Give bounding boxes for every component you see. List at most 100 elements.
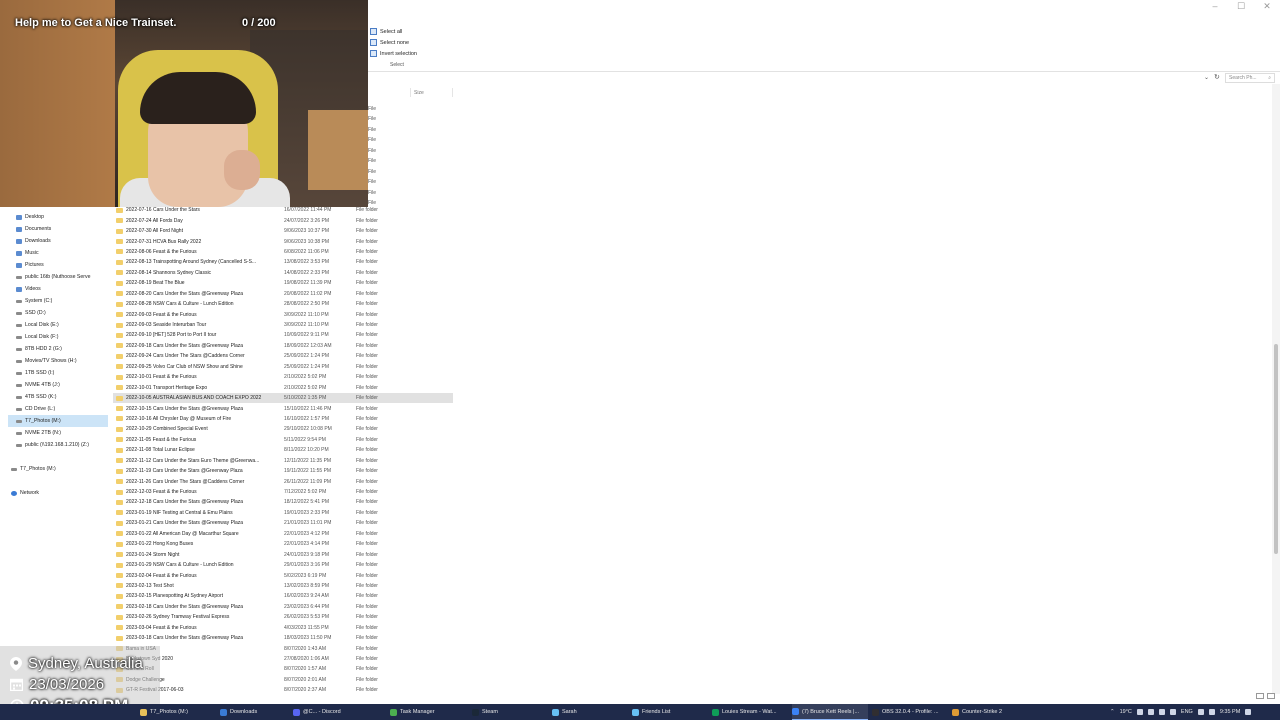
file-row[interactable]: 2023-02-13 Test Shot 13/02/2023 8:59 PM Fi… <box>113 581 453 591</box>
details-view-button[interactable] <box>1256 693 1264 699</box>
file-row[interactable]: 2023-02-15 Planespotting At Sydney Airpo… <box>113 591 453 601</box>
file-row[interactable]: Bankstown Syd 202027/08/2020 1:06 AMFile… <box>113 654 453 664</box>
file-row[interactable]: 2022-09-24 Cars Under The Stars @Caddens… <box>113 351 453 361</box>
notification-icon[interactable] <box>1245 709 1252 715</box>
file-row[interactable]: 2022-08-06 Feast & the Furious 6/08/2022 … <box>113 247 453 257</box>
taskbar-clock[interactable]: 9:35 PM <box>1220 709 1240 715</box>
file-row[interactable]: 2022-10-05 AUSTRALASIAN BUS AND COACH EX… <box>113 392 453 404</box>
taskbar-app[interactable]: Steam <box>472 704 548 720</box>
scrollbar-thumb[interactable] <box>1274 344 1278 554</box>
file-row[interactable]: 2022-11-08 Total Lunar Eclipse 8/11/2022 … <box>113 445 453 455</box>
nav-item[interactable]: Local Disk (F:) <box>8 331 108 343</box>
file-row[interactable]: 2022-10-01 Transport Heritage Expo 2/10/2… <box>113 382 453 392</box>
file-row[interactable]: 2022-11-12 Cars Under the Stars Euro The… <box>113 456 453 466</box>
network-icon[interactable] <box>1197 709 1204 715</box>
taskbar-app[interactable]: Downloads <box>220 704 296 720</box>
file-row[interactable]: 2022-09-10 [HET] 528 Port to Port II tou… <box>113 330 453 340</box>
file-row[interactable]: 2022-08-19 Beat The Blue 19/08/2022 11:39… <box>113 278 453 288</box>
nav-item[interactable]: 8TB HDD 2 (G:) <box>8 343 108 355</box>
nav-item[interactable]: T7_Photos (M:) <box>8 463 108 475</box>
column-header-size[interactable]: Size <box>414 90 424 96</box>
file-row[interactable]: 2022-12-18 Cars Under the Stars @Greenwa… <box>113 497 453 507</box>
file-row[interactable]: 2023-03-18 Cars Under the Stars @Greenwa… <box>113 633 453 643</box>
file-row[interactable]: 2022-09-03 Seaside Interurban Tour 3/09/2… <box>113 320 453 330</box>
language-indicator[interactable]: ENG <box>1181 709 1193 715</box>
volume-icon[interactable] <box>1208 709 1215 715</box>
nav-item[interactable]: Videos <box>8 283 108 295</box>
nav-item[interactable]: Pictures <box>8 259 108 271</box>
file-row[interactable]: 2022-08-14 Shannons Sydney Classic 14/08/… <box>113 268 453 278</box>
file-row[interactable]: Camera Roll8/07/2020 1:57 AMFile folder <box>113 664 453 674</box>
file-row[interactable]: 2022-09-03 Feast & the Furious 3/09/2022 … <box>113 309 453 319</box>
nav-item[interactable]: System (C:) <box>8 295 108 307</box>
file-row[interactable]: GT-R Festival 2017-06-038/07/2020 2:37 A… <box>113 685 453 695</box>
nav-item[interactable]: T7_Photos (M:) <box>8 415 108 427</box>
nav-item[interactable]: public (\\192.168.1.210) (Z:) <box>8 439 108 451</box>
nav-item[interactable]: 4TB SSD (K:) <box>8 391 108 403</box>
file-row[interactable]: 2023-02-04 Feast & the Furious 5/02/2023 … <box>113 570 453 580</box>
file-row[interactable]: 2022-08-13 Trainspotting Around Sydney (… <box>113 257 453 267</box>
file-row[interactable]: 2022-11-19 Cars Under the Stars @Greenwa… <box>113 466 453 476</box>
select-none-button[interactable]: Select none <box>368 37 488 48</box>
taskbar-app[interactable]: Louies Stream - Wat... <box>712 704 788 720</box>
file-row[interactable]: 2022-11-26 Cars Under The Stars @Caddens… <box>113 476 453 486</box>
nav-item[interactable]: Downloads <box>8 235 108 247</box>
file-row[interactable]: 2023-01-21 Cars Under the Stars @Greenwa… <box>113 518 453 528</box>
taskbar-app[interactable]: @C... - Discord <box>293 704 369 720</box>
weather-temp[interactable]: 19°C <box>1120 709 1132 715</box>
nav-item[interactable]: 1TB SSD (I:) <box>8 367 108 379</box>
file-row[interactable]: 2023-01-22 All American Day @ Macarthur … <box>113 529 453 539</box>
nav-item[interactable]: SSD (D:) <box>8 307 108 319</box>
nav-item[interactable]: Desktop <box>8 211 108 223</box>
tiles-view-button[interactable] <box>1267 693 1275 699</box>
tray-app-icon[interactable] <box>1169 709 1176 715</box>
refresh-icon[interactable]: ↻ <box>1214 73 1220 81</box>
file-row[interactable]: 2022-10-29 Combined Special Event 29/10/2… <box>113 424 453 434</box>
file-row[interactable]: Bama in USA8/07/2020 1:43 AMFile folder <box>113 643 453 653</box>
file-row[interactable]: 2022-09-25 Volvo Car Club of NSW Show an… <box>113 362 453 372</box>
file-row[interactable]: 2023-01-22 Hong Kong Buses 22/01/2023 4:1… <box>113 539 453 549</box>
column-separator[interactable] <box>452 88 453 97</box>
nav-item[interactable]: Local Disk (E:) <box>8 319 108 331</box>
tray-app-icon[interactable] <box>1136 709 1143 715</box>
file-row[interactable]: 2022-10-16 All Chrysler Day @ Museum of … <box>113 414 453 424</box>
file-row[interactable]: 2022-08-20 Cars Under the Stars @Greenwa… <box>113 289 453 299</box>
maximize-button[interactable]: ☐ <box>1228 0 1254 12</box>
tray-app-icon[interactable] <box>1158 709 1165 715</box>
file-row[interactable]: 2023-02-26 Sydney Tramway Festival Expre… <box>113 612 453 622</box>
nav-item[interactable]: Movies/TV Shows (H:) <box>8 355 108 367</box>
close-button[interactable]: ✕ <box>1254 0 1280 12</box>
taskbar-app[interactable]: Task Manager <box>390 704 466 720</box>
nav-item[interactable]: CD Drive (L:) <box>8 403 108 415</box>
tray-chevron-icon[interactable]: ⌃ <box>1110 709 1115 715</box>
address-dropdown-icon[interactable]: ⌄ <box>1204 74 1209 81</box>
minimize-button[interactable]: – <box>1202 0 1228 12</box>
file-row[interactable]: 2023-03-04 Feast & the Furious 4/03/2023 … <box>113 623 453 633</box>
taskbar-app[interactable]: Counter-Strike 2 <box>952 704 1028 720</box>
file-row[interactable]: 2022-10-15 Cars Under the Stars @Greenwa… <box>113 403 453 413</box>
nav-item[interactable]: public 16tb (Nuthoose Serve <box>8 271 108 283</box>
nav-item[interactable]: Documents <box>8 223 108 235</box>
nav-item[interactable]: NVME 4TB (J:) <box>8 379 108 391</box>
file-row[interactable]: 2023-01-19 NIF Testing at Central & Emu … <box>113 508 453 518</box>
file-row[interactable]: 2022-07-31 HCVA Bus Rally 2022 9/06/2023 … <box>113 236 453 246</box>
file-row[interactable]: 2022-08-28 NSW Cars & Culture - Lunch Ed… <box>113 299 453 309</box>
nav-item[interactable]: Network <box>8 487 108 499</box>
nav-item[interactable]: Music <box>8 247 108 259</box>
taskbar-app[interactable]: OBS 32.0.4 - Profile: ... <box>872 704 948 720</box>
taskbar-app[interactable]: Sarah <box>552 704 628 720</box>
search-input[interactable]: Search Ph... ⌕ <box>1225 73 1275 83</box>
taskbar-app[interactable]: Friends List <box>632 704 708 720</box>
column-separator[interactable] <box>410 88 411 97</box>
invert-selection-button[interactable]: Invert selection <box>368 48 488 59</box>
file-row[interactable]: 2023-01-29 NSW Cars & Culture - Lunch Ed… <box>113 560 453 570</box>
file-row[interactable]: 2022-09-18 Cars Under the Stars @Greenwa… <box>113 341 453 351</box>
file-row[interactable]: 2023-01-24 Storm Night 24/01/2023 9:18 PM… <box>113 549 453 559</box>
nav-item[interactable]: NVME 2TB (N:) <box>8 427 108 439</box>
file-row[interactable]: 2023-02-18 Cars Under the Stars @Greenwa… <box>113 602 453 612</box>
taskbar-app[interactable]: T7_Photos (M:) <box>140 704 216 720</box>
file-row[interactable]: 2022-07-30 All Ford Night 9/06/2023 10:37… <box>113 226 453 236</box>
file-row[interactable]: 2022-10-01 Feast & the Furious 2/10/2022 … <box>113 372 453 382</box>
file-row[interactable]: 2022-11-05 Feast & the Furious 5/11/2022 … <box>113 435 453 445</box>
file-row[interactable]: 2022-12-03 Feast & the Furious 7/12/2022 … <box>113 487 453 497</box>
